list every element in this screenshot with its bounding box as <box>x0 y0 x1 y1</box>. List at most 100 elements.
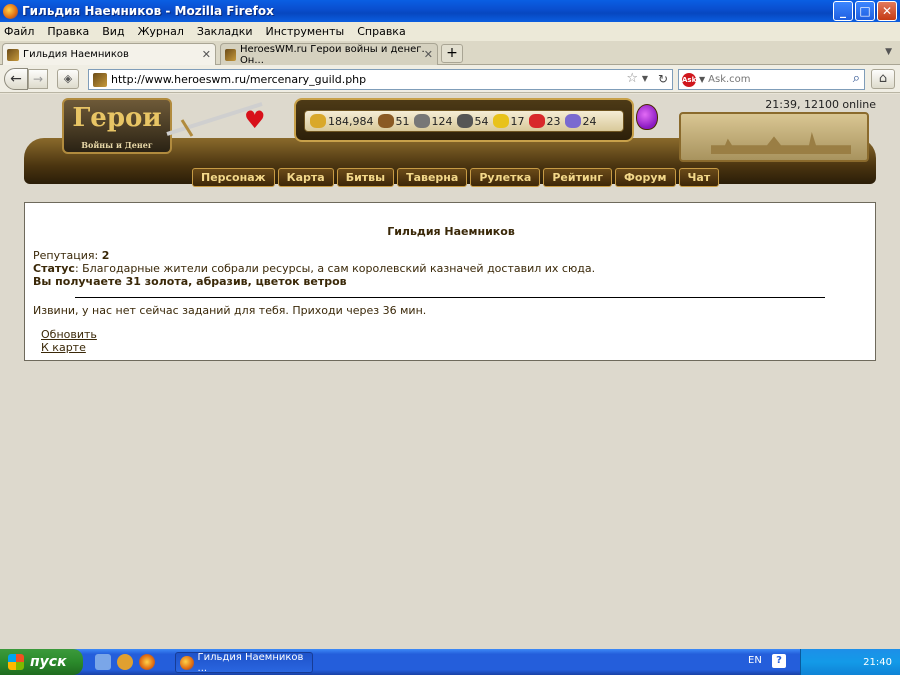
clock[interactable]: 21:40 <box>863 657 892 668</box>
tab-label: HeroesWM.ru Герои войны и денег. Он... <box>239 43 425 66</box>
to-map-link[interactable]: К карте <box>41 341 86 354</box>
page-content: Герои Войны и Денег ♥ 184,984 51 124 54 … <box>0 94 900 649</box>
divider <box>75 297 825 298</box>
tab-close-icon[interactable]: ✕ <box>424 48 433 61</box>
logo-title: Герои <box>72 103 162 133</box>
nav-rating[interactable]: Рейтинг <box>543 168 613 187</box>
task-label: Гильдия Наемников ... <box>197 651 304 674</box>
menu-help[interactable]: Справка <box>357 25 405 38</box>
resource-gems: 24 <box>564 114 597 128</box>
status-text: : Благодарные жители собрали ресурсы, а … <box>74 262 596 275</box>
mercury-icon <box>456 114 473 128</box>
tab-close-icon[interactable]: ✕ <box>202 48 211 61</box>
tab-list-icon[interactable]: ▼ <box>885 47 892 57</box>
resource-mercury: 54 <box>456 114 489 128</box>
gems-icon <box>564 114 581 128</box>
reputation-label: Репутация: <box>33 249 99 262</box>
extension-icon[interactable]: ◈ <box>57 69 79 89</box>
resource-sulfur: 17 <box>492 114 525 128</box>
back-button[interactable]: ← <box>4 68 28 90</box>
taskbar: пуск Гильдия Наемников ... EN ? 21:40 <box>0 649 900 675</box>
game-nav: Персонаж Карта Битвы Таверна Рулетка Рей… <box>192 168 720 188</box>
menu-history[interactable]: Журнал <box>138 25 184 38</box>
server-status: 21:39, 12100 online <box>765 98 876 111</box>
search-icon[interactable]: ⌕ <box>853 71 860 86</box>
start-label: пуск <box>30 654 67 670</box>
close-button[interactable]: ✕ <box>877 1 897 21</box>
firefox-icon <box>3 3 18 19</box>
engine-dropdown-icon[interactable]: ▼ <box>699 75 705 84</box>
menu-file[interactable]: Файл <box>4 25 34 38</box>
tab-mercenary-guild[interactable]: Гильдия Наемников ✕ <box>2 43 216 65</box>
status-line: Статус: Благодарные жители собрали ресур… <box>33 262 595 275</box>
nav-roulette[interactable]: Рулетка <box>470 168 541 187</box>
tab-label: Гильдия Наемников <box>23 49 129 60</box>
resource-wood: 51 <box>377 114 410 128</box>
reputation-value: 2 <box>101 249 110 262</box>
tab-strip: Гильдия Наемников ✕ HeroesWM.ru Герои во… <box>0 41 900 66</box>
windows-flag-icon <box>8 654 24 670</box>
nav-character[interactable]: Персонаж <box>192 168 275 187</box>
game-logo[interactable]: Герои Войны и Денег <box>62 98 172 154</box>
status-label: Статус <box>33 262 75 275</box>
search-bar[interactable]: Ask ▼ ⌕ <box>678 69 865 90</box>
search-input[interactable] <box>708 74 839 85</box>
tab-heroeswm[interactable]: HeroesWM.ru Герои войны и денег. Он... ✕ <box>220 43 438 66</box>
maximize-button[interactable]: □ <box>855 1 875 21</box>
start-button[interactable]: пуск <box>0 649 83 675</box>
page-title: Гильдия Наемников <box>387 225 515 238</box>
new-tab-button[interactable]: + <box>441 44 463 63</box>
minimize-button[interactable]: _ <box>833 1 853 21</box>
desktop-icon[interactable] <box>95 654 111 670</box>
nav-forum[interactable]: Форум <box>615 168 676 187</box>
taskbar-firefox-task[interactable]: Гильдия Наемников ... <box>175 651 313 674</box>
site-identity-icon <box>93 72 107 87</box>
castle-banner <box>679 112 869 162</box>
help-icon[interactable]: ? <box>772 654 786 668</box>
health-heart-icon[interactable]: ♥ <box>244 106 266 134</box>
reward-text: Вы получаете 31 золота, абразив, цветок … <box>33 275 347 288</box>
history-dropdown-icon[interactable]: ▼ <box>642 74 648 83</box>
heroes-favicon-icon <box>7 48 19 61</box>
bookmark-star-icon[interactable]: ☆ <box>626 71 638 86</box>
window-title: Гильдия Наемников - Mozilla Firefox <box>22 4 274 18</box>
ask-icon[interactable]: Ask <box>682 72 696 87</box>
window-titlebar: Гильдия Наемников - Mozilla Firefox _ □ … <box>0 0 900 22</box>
nav-chat[interactable]: Чат <box>678 168 720 187</box>
logo-subtitle: Войны и Денег <box>81 140 153 150</box>
sulfur-icon <box>492 114 509 128</box>
nav-tavern[interactable]: Таверна <box>397 168 468 187</box>
forward-button[interactable]: → <box>28 69 48 89</box>
no-tasks-text: Извини, у нас нет сейчас заданий для теб… <box>33 304 427 317</box>
menu-edit[interactable]: Правка <box>47 25 89 38</box>
nav-map[interactable]: Карта <box>277 168 334 187</box>
reputation-line: Репутация: 2 <box>33 249 109 262</box>
resource-ore: 124 <box>413 114 453 128</box>
gold-icon <box>310 114 326 128</box>
game-header: Герои Войны и Денег ♥ 184,984 51 124 54 … <box>24 94 876 194</box>
firefox-quicklaunch-icon[interactable] <box>139 654 155 670</box>
nav-battles[interactable]: Битвы <box>336 168 395 187</box>
media-icon[interactable] <box>117 654 133 670</box>
refresh-link[interactable]: Обновить <box>41 328 97 341</box>
menu-bookmarks[interactable]: Закладки <box>197 25 253 38</box>
ore-icon <box>413 114 430 128</box>
language-indicator[interactable]: EN <box>748 655 762 666</box>
heroes-favicon-icon <box>225 48 236 61</box>
url-input[interactable] <box>111 73 611 86</box>
home-button[interactable]: ⌂ <box>871 69 895 89</box>
firefox-icon <box>180 655 194 670</box>
crystal-icon <box>528 114 545 128</box>
navigation-toolbar: ← → ◈ ☆ ▼ ↻ Ask ▼ ⌕ ⌂ <box>0 65 900 93</box>
reload-icon[interactable]: ↻ <box>658 72 668 86</box>
mana-potion-icon[interactable] <box>636 104 658 130</box>
guild-panel: Гильдия Наемников Репутация: 2 Статус: Б… <box>24 202 876 361</box>
resource-bar: 184,984 51 124 54 17 23 24 <box>304 110 624 132</box>
quick-launch <box>95 654 155 670</box>
menu-tools[interactable]: Инструменты <box>266 25 345 38</box>
system-tray: 21:40 <box>800 649 900 675</box>
resource-gold: 184,984 <box>310 114 374 128</box>
url-bar[interactable]: ☆ ▼ ↻ <box>88 69 673 90</box>
resource-crystal: 23 <box>528 114 561 128</box>
menu-view[interactable]: Вид <box>102 25 124 38</box>
